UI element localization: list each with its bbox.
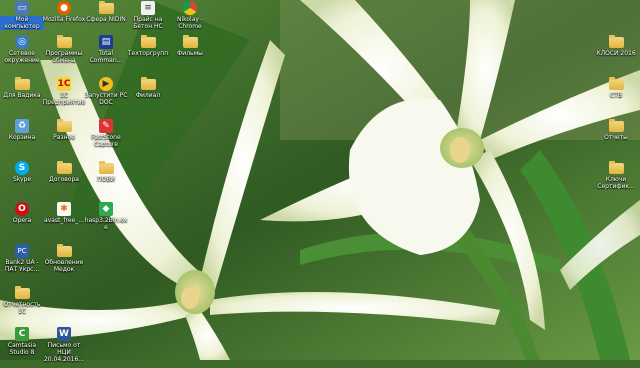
folder-icon bbox=[182, 35, 198, 48]
desktop-icon-total-commander[interactable]: ▤ Total Comman... bbox=[84, 34, 128, 76]
folder-icon bbox=[608, 77, 624, 90]
desktop-icon-filial[interactable]: Филиал bbox=[126, 76, 170, 118]
desktop-icon-hasp[interactable]: ◆ hasp3.2Bin.exe bbox=[84, 201, 128, 243]
desktop-icon-stv[interactable]: СТВ bbox=[594, 76, 638, 118]
desktop-icon-misc[interactable]: Разное bbox=[42, 118, 86, 160]
desktop-icon-avast[interactable]: ✱ avast_free_... bbox=[42, 201, 86, 243]
folder-icon bbox=[98, 1, 114, 14]
desktop-icon-network[interactable]: ◎ Сетевое окружение bbox=[0, 34, 44, 76]
desktop-icon-recycle-bin[interactable]: ♻ Корзина bbox=[0, 118, 44, 160]
desktop-icon-medok-update[interactable]: Обновление Медок bbox=[42, 243, 86, 285]
computer-icon: ▭ bbox=[15, 1, 29, 15]
word-document-icon: W bbox=[57, 327, 71, 341]
faststone-icon: ✎ bbox=[99, 119, 113, 133]
total-commander-icon: ▤ bbox=[99, 35, 113, 49]
desktop-icon-exchange[interactable]: Программы обмена bbox=[42, 34, 86, 76]
camtasia-icon: C bbox=[15, 327, 29, 341]
desktop-icon-films[interactable]: Фильмы bbox=[168, 34, 212, 76]
recycle-bin-icon: ♻ bbox=[15, 119, 29, 133]
desktop-icon-klosi-2016[interactable]: КЛОСИ 2016 bbox=[594, 34, 638, 76]
folder-icon bbox=[56, 35, 72, 48]
desktop-icon-run-doc[interactable]: ▶ Запустити РС DOC bbox=[84, 76, 128, 118]
firefox-icon: ● bbox=[57, 1, 71, 15]
desktop-icon-reports[interactable]: Отчеты bbox=[594, 118, 638, 160]
avast-icon: ✱ bbox=[57, 202, 71, 216]
folder-icon bbox=[14, 77, 30, 90]
folder-icon bbox=[56, 119, 72, 132]
folder-icon bbox=[56, 161, 72, 174]
desktop-icon-1c[interactable]: 1С 1С Предприятие bbox=[42, 76, 86, 118]
1c-icon: 1С bbox=[57, 77, 71, 91]
folder-icon bbox=[140, 35, 156, 48]
network-icon: ◎ bbox=[15, 35, 29, 49]
desktop-icon-1c-reports[interactable]: Отчетность 1С bbox=[0, 285, 44, 327]
chrome-icon bbox=[183, 1, 197, 15]
desktop-icon-bank2[interactable]: PC Bank2 UA - ПАТ Укрс... bbox=[0, 243, 44, 285]
desktop-icon-camtasia[interactable]: C Camtasia Studio 8 bbox=[0, 326, 44, 368]
folder-icon bbox=[98, 161, 114, 174]
desktop-icon-for-vadik[interactable]: Для Вадика bbox=[0, 76, 44, 118]
folder-icon bbox=[56, 244, 72, 257]
desktop-icon-skype[interactable]: S Skype bbox=[0, 160, 44, 202]
bank-icon: PC bbox=[15, 244, 29, 258]
desktop-icon-povi[interactable]: ПОВИ bbox=[84, 160, 128, 202]
folder-icon bbox=[608, 161, 624, 174]
folder-icon bbox=[14, 286, 30, 299]
folder-icon bbox=[608, 119, 624, 132]
desktop-icon-letter-nci[interactable]: W Письмо от НЦИ 20.04.2016... bbox=[42, 326, 86, 368]
folder-icon bbox=[140, 77, 156, 90]
folder-icon bbox=[608, 35, 624, 48]
run-icon: ▶ bbox=[99, 77, 113, 91]
desktop-icon-faststone[interactable]: ✎ FastStone Capture bbox=[84, 118, 128, 160]
desktop-icon-opera[interactable]: O Opera bbox=[0, 201, 44, 243]
document-icon: ≡ bbox=[141, 1, 155, 15]
desktop-icon-cert-keys[interactable]: Ключи Сертифик... bbox=[594, 160, 638, 202]
hasp-icon: ◆ bbox=[99, 202, 113, 216]
opera-icon: O bbox=[15, 202, 29, 216]
desktop-icon-tehtorg[interactable]: Техторгрупп bbox=[126, 34, 170, 76]
desktop-icon-contracts[interactable]: Договора bbox=[42, 160, 86, 202]
skype-icon: S bbox=[15, 161, 29, 175]
